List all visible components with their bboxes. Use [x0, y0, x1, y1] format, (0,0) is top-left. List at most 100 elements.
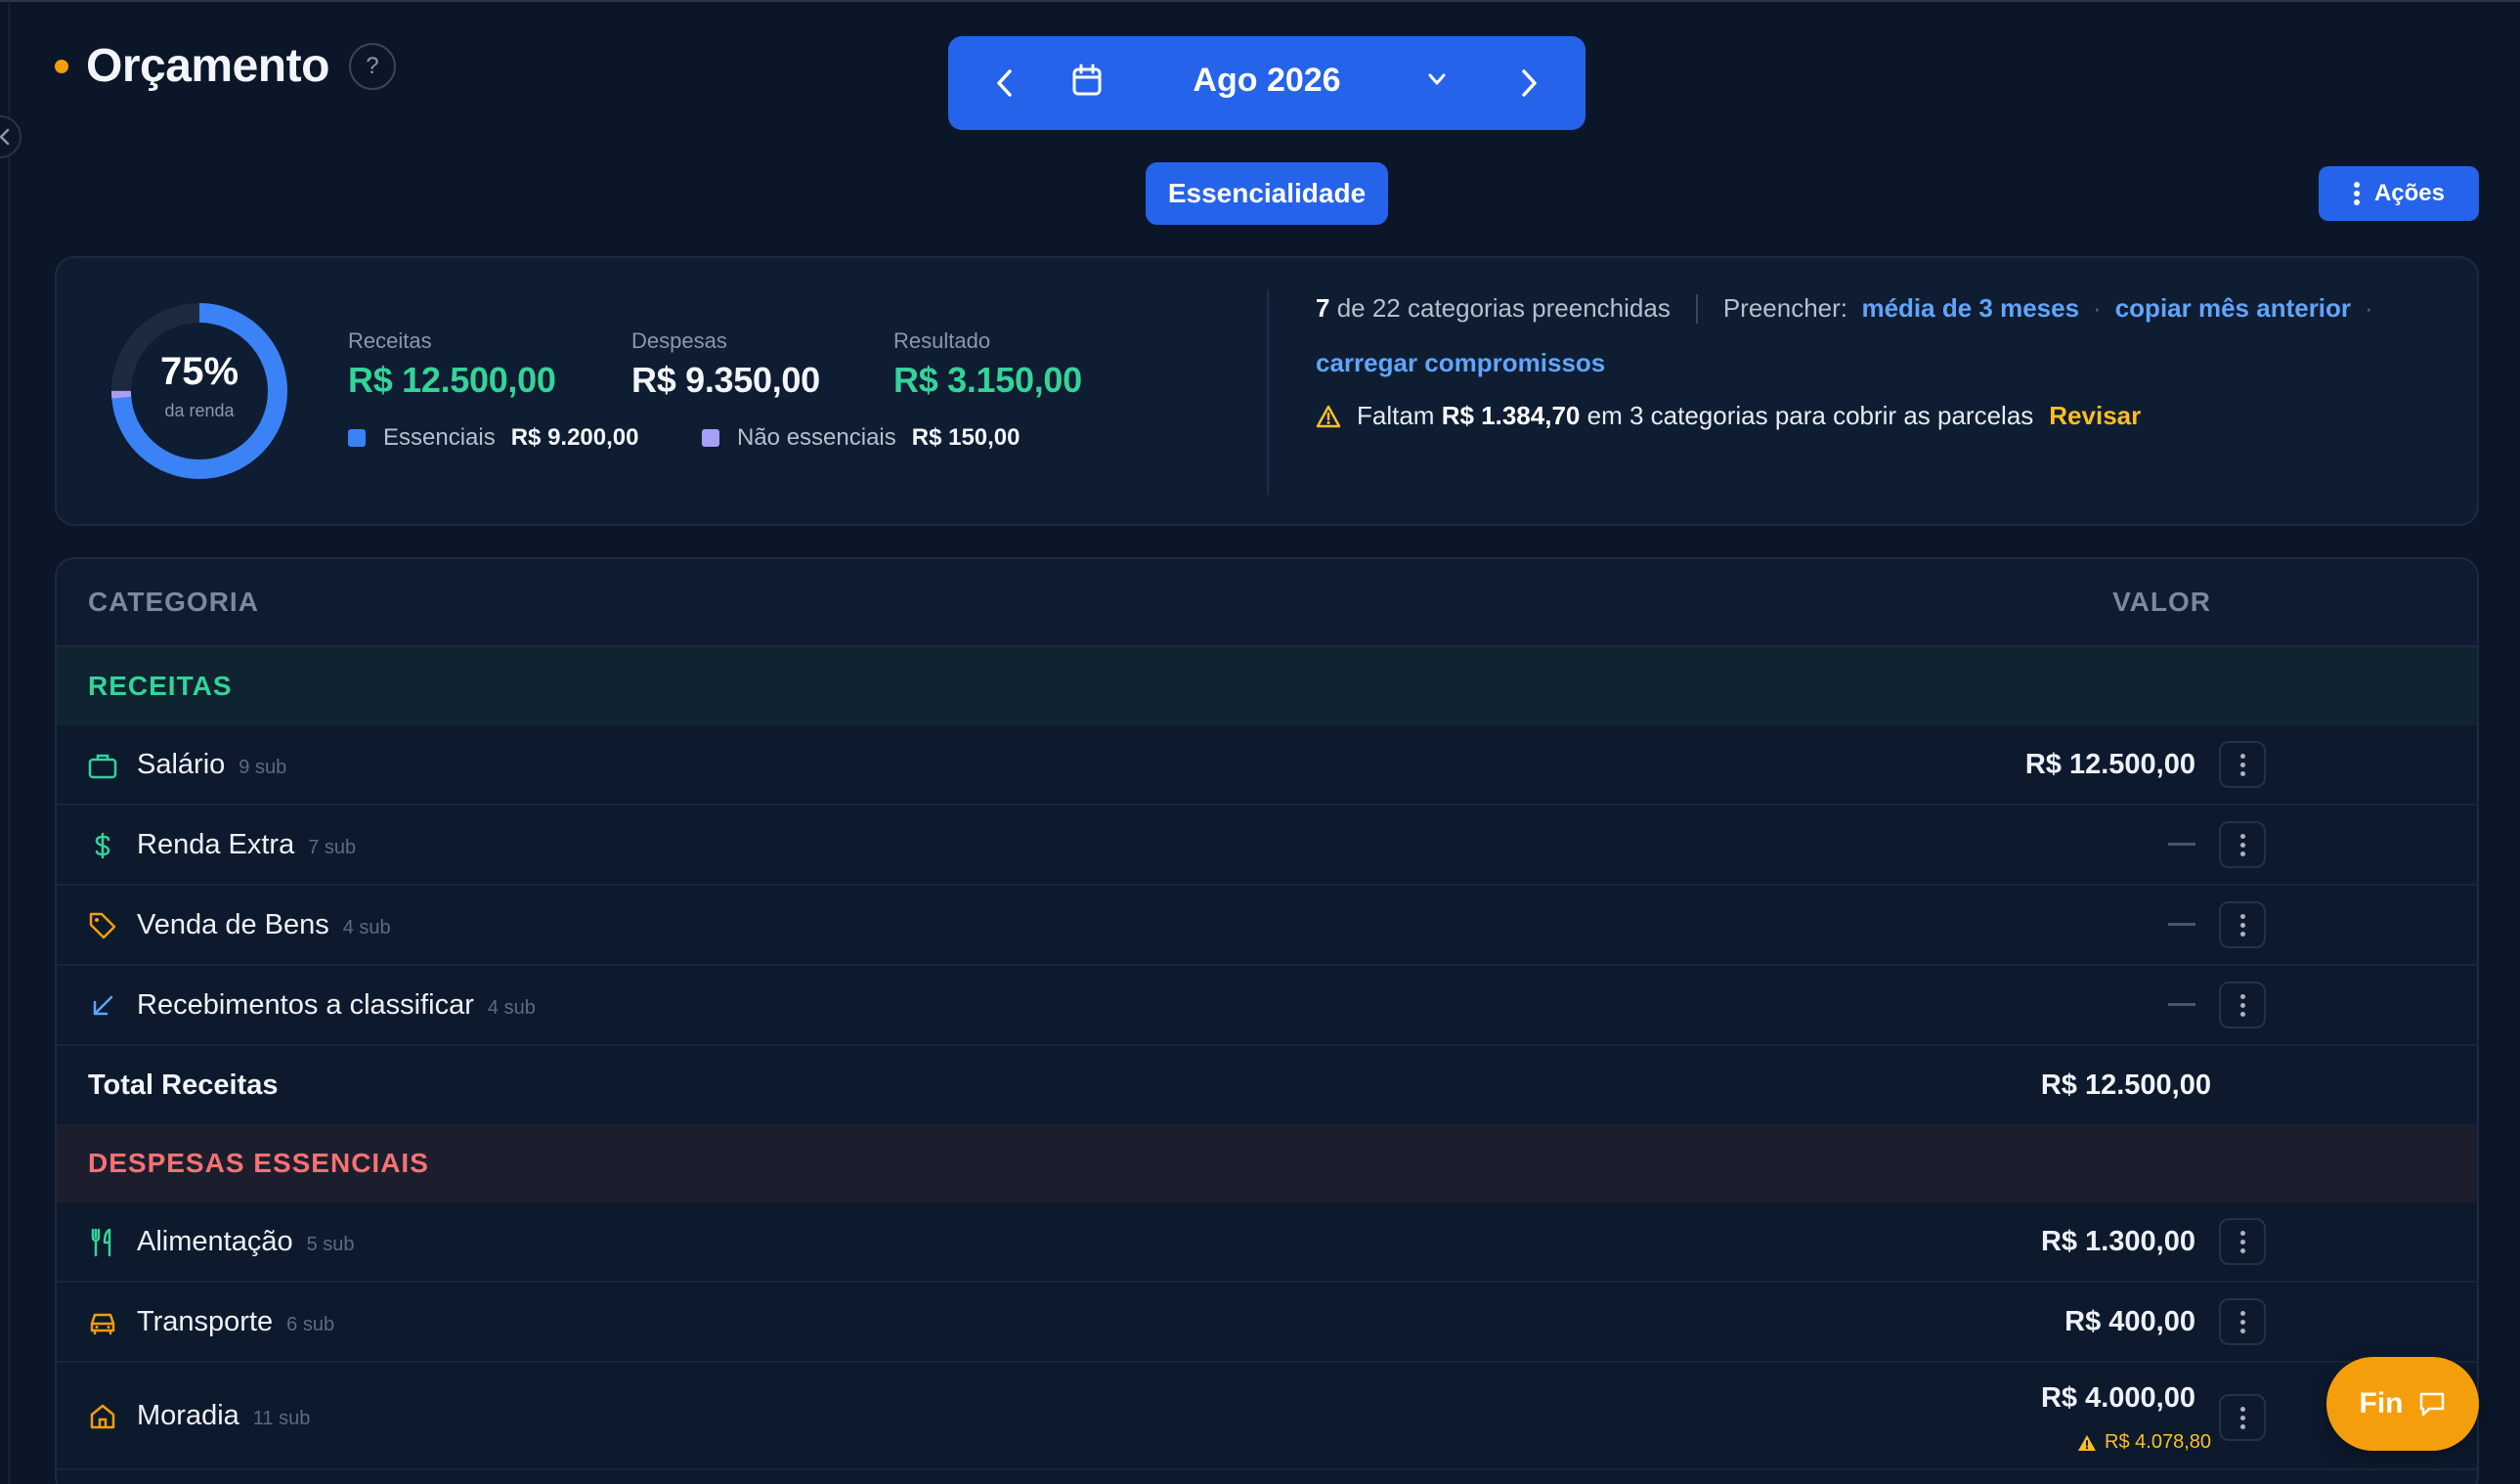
warning-icon	[1316, 405, 1341, 427]
category-value[interactable]: R$ 400,00	[2064, 1306, 2195, 1338]
category-name: Transporte 6 sub	[137, 1306, 334, 1338]
total-receitas-value: R$ 12.500,00	[2040, 1069, 2211, 1101]
donut-percent: 75%	[159, 350, 239, 393]
sidebar-toggle-button[interactable]	[0, 115, 22, 158]
category-name: Recebimentos a classificar 4 sub	[137, 989, 536, 1022]
empty-value-dash[interactable]	[2168, 1003, 2195, 1006]
warning-prefix: Faltam	[1357, 401, 1435, 430]
chat-icon	[2419, 1392, 2444, 1417]
table-row[interactable]: Moradia 11 sub R$ 4.000,00 R$ 4.078,80	[57, 1363, 2477, 1470]
stat-resultado-value: R$ 3.150,00	[893, 360, 1082, 400]
row-menu-button[interactable]	[2219, 1218, 2266, 1265]
stat-despesas-label: Despesas	[631, 328, 727, 353]
dot-separator: ·	[2365, 293, 2373, 323]
table-row[interactable]: Alimentação 5 sub R$ 1.300,00	[57, 1202, 2477, 1283]
warning-amount: R$ 1.384,70	[1441, 401, 1581, 430]
subcategory-count: 5 sub	[306, 1234, 355, 1255]
category-label: Recebimentos a classificar	[137, 989, 474, 1021]
commitment-warning-value: R$ 4.078,80	[2105, 1431, 2211, 1453]
donut-subtitle: da renda	[164, 401, 235, 420]
total-receitas-row: Total Receitas R$ 12.500,00	[57, 1046, 2477, 1124]
empty-value-dash[interactable]	[2168, 843, 2195, 846]
help-button[interactable]: ?	[348, 42, 396, 90]
category-label: Transporte	[137, 1306, 274, 1337]
stat-resultado: Resultado R$ 3.150,00	[893, 328, 1082, 401]
empty-value-dash[interactable]	[2168, 923, 2195, 926]
section-despesas-essenciais: DESPESAS ESSENCIAIS	[57, 1124, 2477, 1202]
status-dot	[55, 59, 68, 73]
table-header: CATEGORIA VALOR	[57, 559, 2477, 647]
stat-receitas: Receitas R$ 12.500,00	[348, 328, 556, 401]
more-vertical-icon	[2353, 182, 2360, 205]
fin-assistant-button[interactable]: Fin	[2326, 1357, 2479, 1451]
table-row[interactable]: Renda Extra 7 sub	[57, 806, 2477, 886]
stat-receitas-value: R$ 12.500,00	[348, 360, 556, 400]
category-label: Renda Extra	[137, 829, 295, 860]
dot-separator: ·	[2093, 293, 2102, 323]
subcategory-count: 9 sub	[239, 757, 287, 778]
legend-essenciais-label: Essenciais	[383, 424, 496, 451]
subcategory-count: 6 sub	[286, 1314, 335, 1335]
current-month-label[interactable]: Ago 2026	[948, 62, 1586, 100]
filled-text: de 22 categorias preenchidas	[1336, 293, 1671, 323]
acoes-label: Ações	[2373, 180, 2446, 206]
table-row[interactable]: Transporte 6 sub R$ 400,00	[57, 1283, 2477, 1363]
next-month-button[interactable]	[1511, 65, 1546, 101]
category-value[interactable]: R$ 4.000,00	[2041, 1382, 2195, 1415]
utensils-icon	[88, 1228, 117, 1257]
stat-resultado-label: Resultado	[893, 328, 991, 353]
category-label: Salário	[137, 749, 226, 780]
row-menu-button[interactable]	[2219, 901, 2266, 948]
category-name: Venda de Bens 4 sub	[137, 909, 391, 941]
legend-essenciais: Essenciais R$ 9.200,00	[348, 424, 639, 452]
fill-average-link[interactable]: média de 3 meses	[1861, 293, 2079, 324]
legend-nao-essenciais-value: R$ 150,00	[911, 424, 1021, 451]
table-row[interactable]: Venda de Bens 4 sub	[57, 886, 2477, 966]
legend-essenciais-value: R$ 9.200,00	[510, 424, 639, 451]
category-value[interactable]: R$ 1.300,00	[2041, 1226, 2195, 1258]
section-despesas-label: DESPESAS ESSENCIAIS	[88, 1148, 429, 1178]
total-receitas-label: Total Receitas	[88, 1069, 279, 1101]
preencher-label: Preencher:	[1722, 293, 1848, 323]
warning-suffix: em 3 categorias para cobrir as parcelas	[1586, 401, 2034, 430]
subcategory-count: 4 sub	[342, 917, 391, 938]
column-header-categoria: CATEGORIA	[88, 587, 259, 617]
legend-swatch-essenciais	[348, 429, 366, 447]
summary-card: 75% da renda Receitas R$ 12.500,00 Despe…	[55, 256, 2479, 526]
dollar-icon	[88, 831, 117, 860]
load-commitments-link[interactable]: carregar compromissos	[1316, 348, 1605, 377]
section-receitas-label: RECEITAS	[88, 671, 233, 701]
revisar-link[interactable]: Revisar	[2049, 401, 2141, 431]
commitment-warning: R$ 4.078,80	[2077, 1431, 2211, 1454]
chevron-down-icon[interactable]	[1425, 67, 1449, 96]
fill-status-line: 7 de 22 categorias preenchidas Preencher…	[1316, 293, 2387, 324]
budget-table: CATEGORIA VALOR RECEITAS Salário 9 sub R$…	[55, 557, 2479, 1484]
legend-nao-essenciais-label: Não essenciais	[737, 424, 896, 451]
chevron-right-icon	[1522, 69, 1537, 97]
acoes-button[interactable]: Ações	[2319, 166, 2479, 221]
section-receitas: RECEITAS	[57, 647, 2477, 725]
row-menu-button[interactable]	[2219, 1394, 2266, 1441]
table-row[interactable]: Recebimentos a classificar 4 sub	[57, 966, 2477, 1046]
warning-icon	[2078, 1434, 2097, 1451]
table-row[interactable]: Salário 9 sub R$ 12.500,00	[57, 725, 2477, 806]
chevron-left-icon	[0, 128, 10, 146]
top-border	[0, 0, 2520, 2]
row-menu-button[interactable]	[2219, 1298, 2266, 1345]
category-name: Renda Extra 7 sub	[137, 829, 356, 861]
category-value[interactable]: R$ 12.500,00	[2025, 749, 2195, 781]
filled-count: 7	[1316, 293, 1330, 323]
category-label: Alimentação	[137, 1226, 293, 1257]
row-menu-button[interactable]	[2219, 821, 2266, 868]
essencialidade-button[interactable]: Essencialidade	[1146, 162, 1388, 225]
legend-swatch-nao-essenciais	[702, 429, 719, 447]
arrow-down-left-icon	[88, 991, 117, 1021]
fill-status-line-2: carregar compromissos	[1316, 348, 1605, 378]
page-title: Orçamento	[86, 40, 329, 92]
row-menu-button[interactable]	[2219, 741, 2266, 788]
copy-previous-month-link[interactable]: copiar mês anterior	[2115, 293, 2351, 324]
stat-despesas: Despesas R$ 9.350,00	[631, 328, 820, 401]
fin-label: Fin	[2359, 1387, 2404, 1419]
row-menu-button[interactable]	[2219, 982, 2266, 1028]
month-selector: Ago 2026	[948, 36, 1586, 130]
